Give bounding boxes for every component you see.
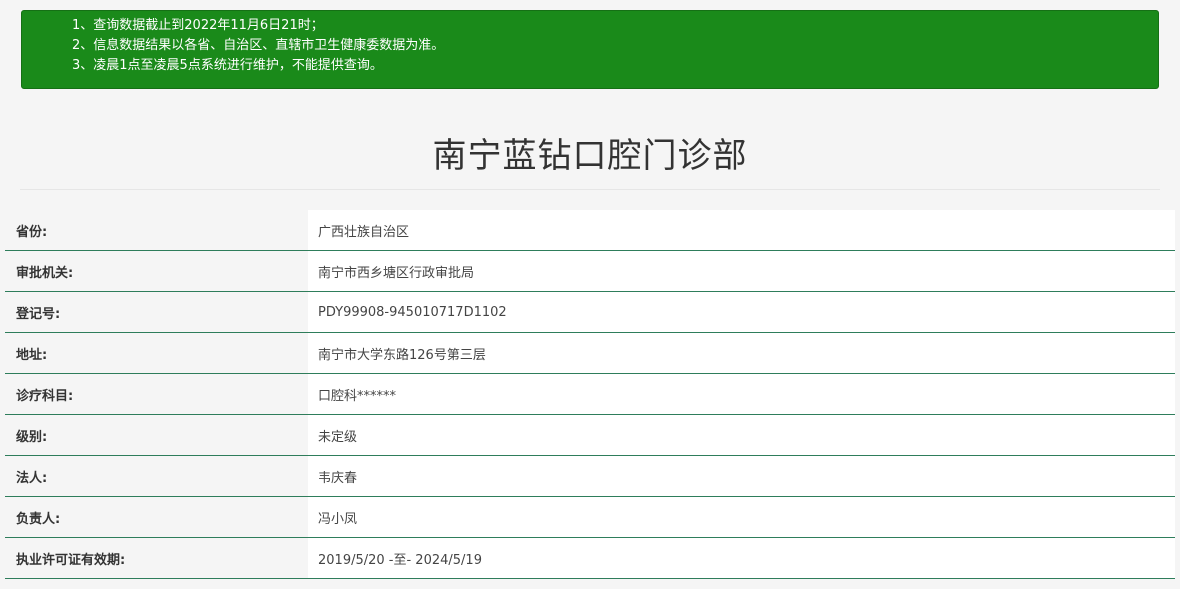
table-row: 审批机关: 南宁市西乡塘区行政审批局 — [5, 250, 1175, 292]
row-value: 2019/5/20 -至- 2024/5/19 — [308, 537, 1175, 579]
row-label: 审批机关: — [5, 250, 308, 292]
table-row: 地址: 南宁市大学东路126号第三层 — [5, 332, 1175, 374]
title-divider — [20, 189, 1160, 190]
row-label: 执业许可证有效期: — [5, 537, 308, 579]
notice-banner: 1、查询数据截止到2022年11月6日21时； 2、信息数据结果以各省、自治区、… — [21, 10, 1159, 89]
row-value: 南宁市大学东路126号第三层 — [308, 332, 1175, 374]
table-row: 诊疗科目: 口腔科****** — [5, 373, 1175, 415]
row-value: PDY99908-945010717D1102 — [308, 291, 1175, 333]
table-row: 负责人: 冯小凤 — [5, 496, 1175, 538]
row-value: 冯小凤 — [308, 496, 1175, 538]
row-value: 韦庆春 — [308, 455, 1175, 497]
row-value: 南宁市西乡塘区行政审批局 — [308, 250, 1175, 292]
row-label: 登记号: — [5, 291, 308, 333]
page-title: 南宁蓝钻口腔门诊部 — [432, 136, 748, 176]
clinic-info-table: 省份: 广西壮族自治区 审批机关: 南宁市西乡塘区行政审批局 登记号: PDY9… — [5, 210, 1175, 579]
notice-line-2: 2、信息数据结果以各省、自治区、直辖市卫生健康委数据为准。 — [72, 38, 445, 53]
row-label: 省份: — [5, 210, 308, 251]
table-row: 执业许可证有效期: 2019/5/20 -至- 2024/5/19 — [5, 537, 1175, 579]
row-label: 地址: — [5, 332, 308, 374]
row-value: 广西壮族自治区 — [308, 210, 1175, 251]
row-value: 口腔科****** — [308, 373, 1175, 415]
table-row: 省份: 广西壮族自治区 — [5, 210, 1175, 251]
table-row: 登记号: PDY99908-945010717D1102 — [5, 291, 1175, 333]
row-label: 法人: — [5, 455, 308, 497]
notice-line-3: 3、凌晨1点至凌晨5点系统进行维护，不能提供查询。 — [72, 58, 383, 73]
notice-line-1: 1、查询数据截止到2022年11月6日21时； — [72, 18, 324, 33]
row-label: 诊疗科目: — [5, 373, 308, 415]
table-row: 级别: 未定级 — [5, 414, 1175, 456]
table-row: 法人: 韦庆春 — [5, 455, 1175, 497]
row-label: 级别: — [5, 414, 308, 456]
row-label: 负责人: — [5, 496, 308, 538]
row-value: 未定级 — [308, 414, 1175, 456]
